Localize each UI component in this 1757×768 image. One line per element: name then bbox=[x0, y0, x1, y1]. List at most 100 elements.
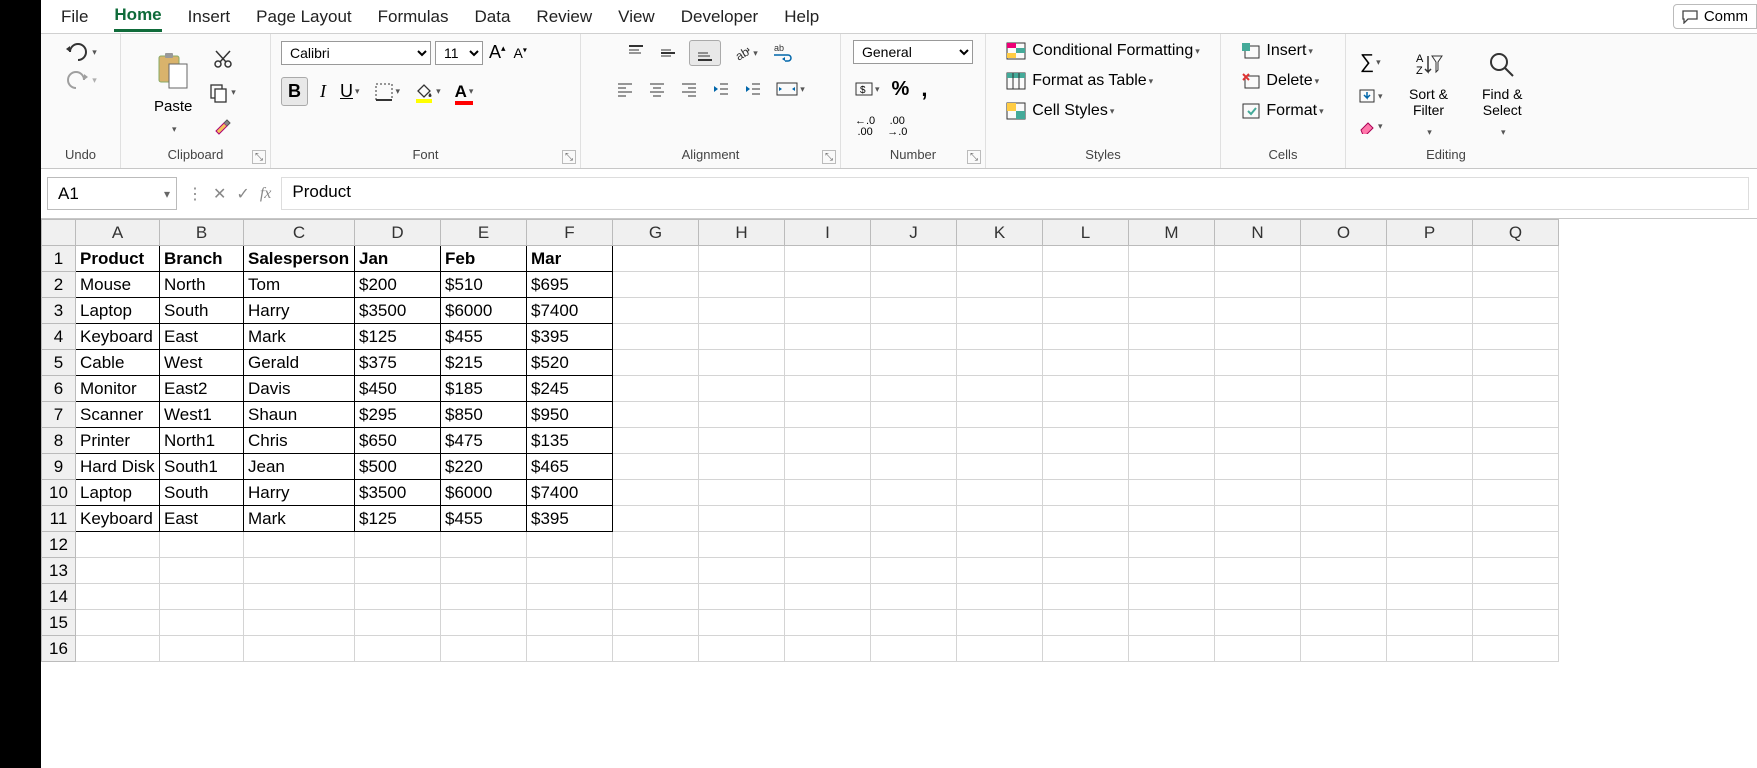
cell-E7[interactable]: $850 bbox=[441, 402, 527, 428]
row-header-2[interactable]: 2 bbox=[42, 272, 76, 298]
tab-view[interactable]: View bbox=[618, 3, 655, 31]
cell-E9[interactable]: $220 bbox=[441, 454, 527, 480]
cell-D13[interactable] bbox=[355, 558, 441, 584]
cell-D8[interactable]: $650 bbox=[355, 428, 441, 454]
cell-I6[interactable] bbox=[785, 376, 871, 402]
cell-P15[interactable] bbox=[1387, 610, 1473, 636]
cell-F7[interactable]: $950 bbox=[527, 402, 613, 428]
cell-J9[interactable] bbox=[871, 454, 957, 480]
cell-D6[interactable]: $450 bbox=[355, 376, 441, 402]
cell-F1[interactable]: Mar bbox=[527, 246, 613, 272]
bold-button[interactable]: B bbox=[281, 77, 308, 106]
cell-Q6[interactable] bbox=[1473, 376, 1559, 402]
cell-A3[interactable]: Laptop bbox=[76, 298, 160, 324]
cell-D11[interactable]: $125 bbox=[355, 506, 441, 532]
cell-I2[interactable] bbox=[785, 272, 871, 298]
row-header-4[interactable]: 4 bbox=[42, 324, 76, 350]
cell-A14[interactable] bbox=[76, 584, 160, 610]
cell-P6[interactable] bbox=[1387, 376, 1473, 402]
cell-K3[interactable] bbox=[957, 298, 1043, 324]
cell-A5[interactable]: Cable bbox=[76, 350, 160, 376]
cell-N4[interactable] bbox=[1215, 324, 1301, 350]
cell-K6[interactable] bbox=[957, 376, 1043, 402]
row-header-11[interactable]: 11 bbox=[42, 506, 76, 532]
tab-help[interactable]: Help bbox=[784, 3, 819, 31]
cell-B4[interactable]: East bbox=[160, 324, 244, 350]
cell-P11[interactable] bbox=[1387, 506, 1473, 532]
cell-G16[interactable] bbox=[613, 636, 699, 662]
cell-L15[interactable] bbox=[1043, 610, 1129, 636]
col-header-E[interactable]: E bbox=[441, 220, 527, 246]
row-header-16[interactable]: 16 bbox=[42, 636, 76, 662]
cell-F15[interactable] bbox=[527, 610, 613, 636]
format-painter-button[interactable] bbox=[211, 115, 235, 139]
cell-F4[interactable]: $395 bbox=[527, 324, 613, 350]
cell-N11[interactable] bbox=[1215, 506, 1301, 532]
cell-C14[interactable] bbox=[244, 584, 355, 610]
cell-C7[interactable]: Shaun bbox=[244, 402, 355, 428]
cell-B1[interactable]: Branch bbox=[160, 246, 244, 272]
cell-A6[interactable]: Monitor bbox=[76, 376, 160, 402]
col-header-N[interactable]: N bbox=[1215, 220, 1301, 246]
row-header-1[interactable]: 1 bbox=[42, 246, 76, 272]
cell-F16[interactable] bbox=[527, 636, 613, 662]
enter-formula-button[interactable]: ✓ bbox=[236, 184, 249, 204]
cell-N10[interactable] bbox=[1215, 480, 1301, 506]
cell-O14[interactable] bbox=[1301, 584, 1387, 610]
tab-file[interactable]: File bbox=[61, 3, 88, 31]
italic-button[interactable]: I bbox=[318, 79, 328, 104]
comments-button[interactable]: Comm bbox=[1673, 4, 1757, 29]
cell-B14[interactable] bbox=[160, 584, 244, 610]
cell-B16[interactable] bbox=[160, 636, 244, 662]
cell-G10[interactable] bbox=[613, 480, 699, 506]
cell-J4[interactable] bbox=[871, 324, 957, 350]
cell-Q9[interactable] bbox=[1473, 454, 1559, 480]
cell-C15[interactable] bbox=[244, 610, 355, 636]
cell-O9[interactable] bbox=[1301, 454, 1387, 480]
cell-G3[interactable] bbox=[613, 298, 699, 324]
cell-L8[interactable] bbox=[1043, 428, 1129, 454]
cell-M8[interactable] bbox=[1129, 428, 1215, 454]
increase-decimal-button[interactable]: ←.0.00 bbox=[853, 114, 877, 140]
cell-C9[interactable]: Jean bbox=[244, 454, 355, 480]
cell-D10[interactable]: $3500 bbox=[355, 480, 441, 506]
cell-H7[interactable] bbox=[699, 402, 785, 428]
cell-G7[interactable] bbox=[613, 402, 699, 428]
cell-A10[interactable]: Laptop bbox=[76, 480, 160, 506]
cell-J1[interactable] bbox=[871, 246, 957, 272]
redo-button[interactable] bbox=[62, 68, 99, 92]
cell-L4[interactable] bbox=[1043, 324, 1129, 350]
cell-M11[interactable] bbox=[1129, 506, 1215, 532]
cell-C6[interactable]: Davis bbox=[244, 376, 355, 402]
cell-E6[interactable]: $185 bbox=[441, 376, 527, 402]
paste-button[interactable] bbox=[153, 50, 193, 94]
col-header-C[interactable]: C bbox=[244, 220, 355, 246]
cell-K12[interactable] bbox=[957, 532, 1043, 558]
fill-button[interactable] bbox=[1356, 86, 1385, 106]
cell-L5[interactable] bbox=[1043, 350, 1129, 376]
wrap-text-button[interactable]: ab bbox=[770, 40, 796, 66]
cell-K16[interactable] bbox=[957, 636, 1043, 662]
cell-D9[interactable]: $500 bbox=[355, 454, 441, 480]
cell-C13[interactable] bbox=[244, 558, 355, 584]
cell-F11[interactable]: $395 bbox=[527, 506, 613, 532]
cell-F5[interactable]: $520 bbox=[527, 350, 613, 376]
tab-page-layout[interactable]: Page Layout bbox=[256, 3, 351, 31]
cell-G2[interactable] bbox=[613, 272, 699, 298]
cell-J12[interactable] bbox=[871, 532, 957, 558]
align-top-button[interactable] bbox=[625, 42, 647, 64]
cell-C4[interactable]: Mark bbox=[244, 324, 355, 350]
cell-P2[interactable] bbox=[1387, 272, 1473, 298]
orientation-button[interactable]: ab bbox=[731, 42, 760, 64]
cell-B10[interactable]: South bbox=[160, 480, 244, 506]
cell-Q13[interactable] bbox=[1473, 558, 1559, 584]
cell-Q3[interactable] bbox=[1473, 298, 1559, 324]
col-header-B[interactable]: B bbox=[160, 220, 244, 246]
cut-button[interactable] bbox=[211, 47, 235, 71]
row-header-12[interactable]: 12 bbox=[42, 532, 76, 558]
cell-N12[interactable] bbox=[1215, 532, 1301, 558]
col-header-M[interactable]: M bbox=[1129, 220, 1215, 246]
cell-D4[interactable]: $125 bbox=[355, 324, 441, 350]
cell-B13[interactable] bbox=[160, 558, 244, 584]
cell-F10[interactable]: $7400 bbox=[527, 480, 613, 506]
